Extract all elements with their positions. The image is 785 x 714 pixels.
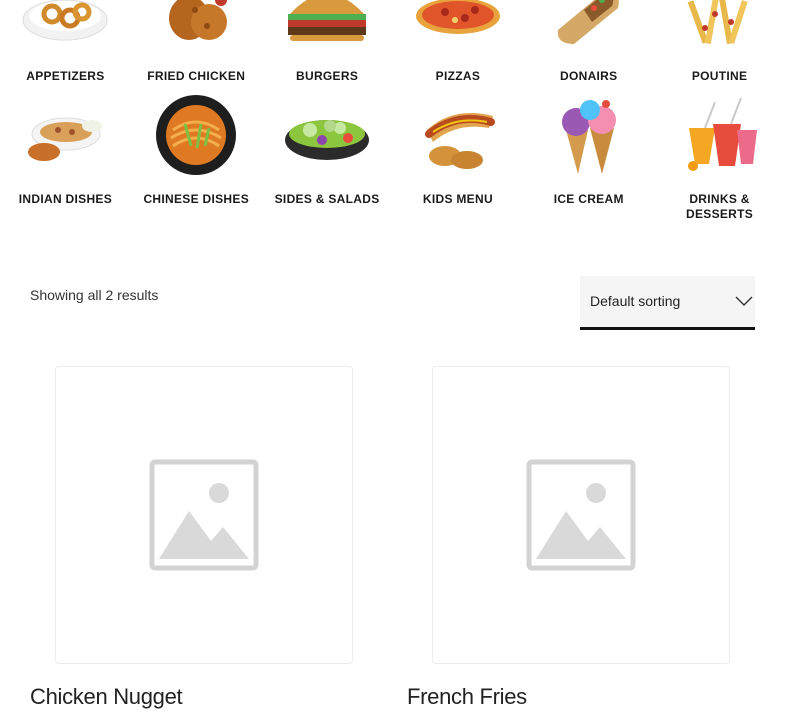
category-ice-cream[interactable]: ICE CREAM [523, 94, 654, 222]
category-appetizers[interactable]: APPETIZERS [0, 0, 131, 84]
pizza-icon [413, 0, 503, 52]
category-row-2: INDIAN DISHES CHINESE DISHES SIDES & SAL… [0, 94, 785, 222]
sort-selected-value: Default sorting [590, 293, 681, 309]
poutine-icon [675, 0, 765, 52]
placeholder-image-icon[interactable] [55, 366, 353, 664]
salad-bowl-icon [282, 94, 372, 176]
category-donairs[interactable]: DONAIRS [523, 0, 654, 84]
category-label: PIZZAS [435, 69, 481, 83]
noodles-bowl-icon [151, 94, 241, 176]
category-label: ICE CREAM [553, 192, 624, 206]
product-card[interactable]: French Fries [407, 366, 757, 710]
indian-dish-icon [20, 94, 110, 176]
chevron-down-icon [735, 294, 753, 312]
category-label: BURGERS [296, 69, 359, 83]
category-row-1: APPETIZERS FRIED CHICKEN BURGERS PIZZAS … [0, 0, 785, 84]
category-label: INDIAN DISHES [18, 192, 113, 206]
category-fried-chicken[interactable]: FRIED CHICKEN [131, 0, 262, 84]
category-indian-dishes[interactable]: INDIAN DISHES [0, 94, 131, 222]
category-pizzas[interactable]: PIZZAS [392, 0, 523, 84]
result-count: Showing all 2 results [30, 287, 159, 303]
product-title[interactable]: French Fries [407, 684, 757, 710]
category-sides-salads[interactable]: SIDES & SALADS [262, 94, 393, 222]
ice-cream-cone-icon [544, 94, 634, 176]
sort-select[interactable]: Default sorting [580, 276, 755, 330]
category-poutine[interactable]: POUTINE [654, 0, 785, 84]
product-title[interactable]: Chicken Nugget [30, 684, 380, 710]
category-label: FRIED CHICKEN [147, 69, 246, 83]
category-label: APPETIZERS [26, 69, 105, 83]
fried-chicken-icon [151, 0, 241, 52]
category-label: SIDES & SALADS [274, 192, 380, 206]
category-drinks-desserts[interactable]: DRINKS & DESSERTS [654, 94, 785, 222]
shop-page: APPETIZERS FRIED CHICKEN BURGERS PIZZAS … [0, 0, 785, 714]
donair-wrap-icon [544, 0, 634, 52]
category-label: POUTINE [691, 69, 748, 83]
product-card[interactable]: Chicken Nugget [30, 366, 380, 710]
category-label: CHINESE DISHES [143, 192, 250, 206]
category-kids-menu[interactable]: KIDS MENU [392, 94, 523, 222]
drinks-icon [675, 94, 765, 176]
category-label: DONAIRS [560, 69, 618, 83]
placeholder-image-icon[interactable] [432, 366, 730, 664]
appetizers-plate-icon [20, 0, 110, 52]
category-burgers[interactable]: BURGERS [262, 0, 393, 84]
hotdog-icon [413, 94, 503, 176]
category-chinese-dishes[interactable]: CHINESE DISHES [131, 94, 262, 222]
category-label: KIDS MENU [422, 192, 493, 206]
category-label: DRINKS & DESSERTS [686, 192, 754, 221]
burger-icon [282, 0, 372, 52]
